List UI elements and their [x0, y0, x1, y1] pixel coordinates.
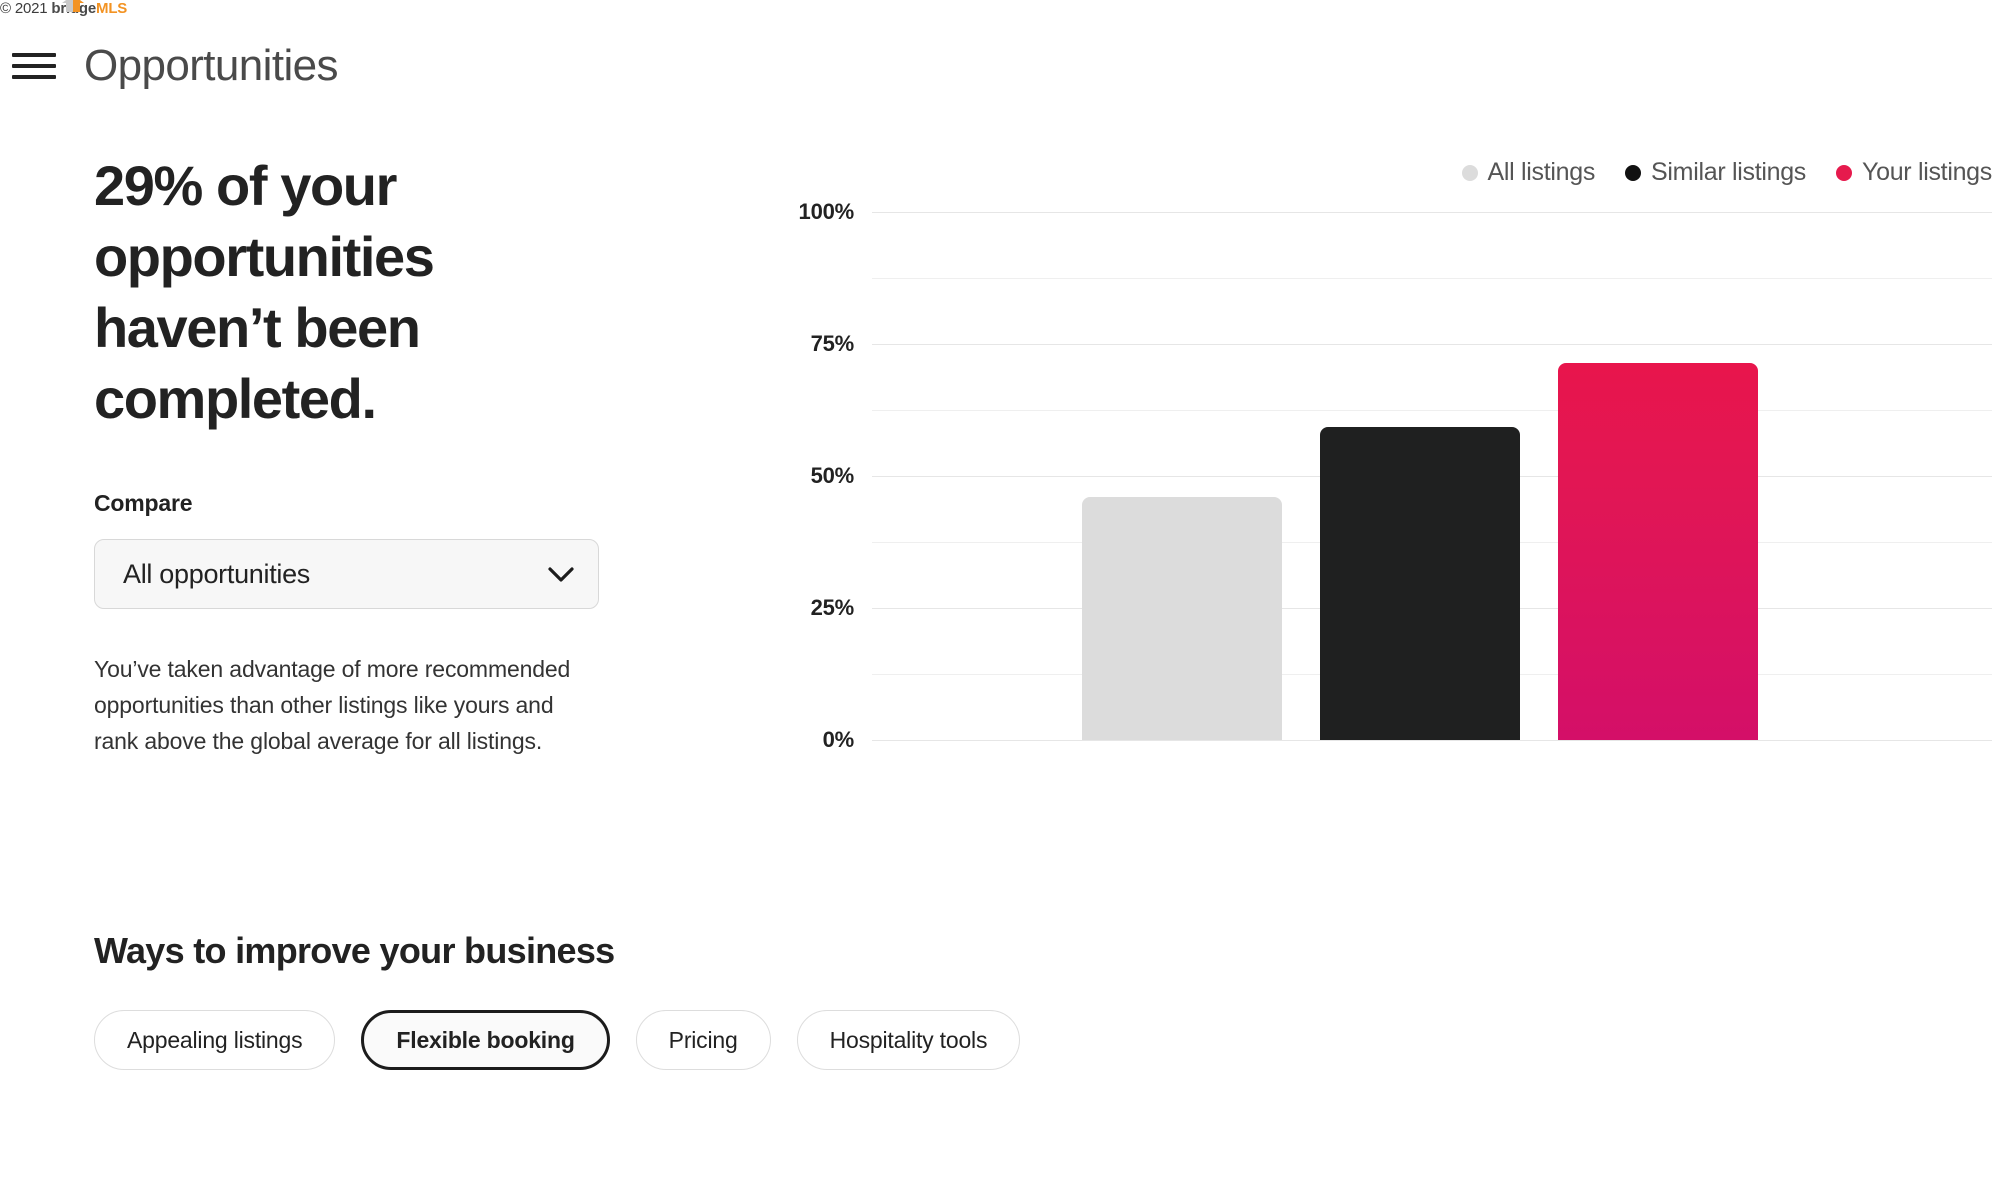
- legend-label: All listings: [1487, 158, 1596, 186]
- legend-item[interactable]: All listings: [1461, 158, 1596, 187]
- chart-plot-area: 100% 75% 50% 25% 0%: [760, 199, 1992, 752]
- watermark-brand-mls: MLS: [96, 0, 128, 17]
- bridgemls-watermark: © 2021 bridge MLS: [0, 0, 127, 17]
- chart-bars: [872, 212, 1992, 740]
- headline-text: 29% of your opportunities haven’t been c…: [94, 154, 435, 430]
- legend-item[interactable]: Similar listings: [1625, 158, 1806, 187]
- opportunities-bar-chart: All listings Similar listings Your listi…: [760, 150, 1992, 810]
- bar-your-listings[interactable]: [1558, 363, 1758, 740]
- legend-label: Your listings: [1862, 158, 1992, 186]
- section-title: Ways to improve your business: [94, 930, 615, 971]
- pill-flexible-booking[interactable]: Flexible booking: [361, 1010, 610, 1070]
- bar-similar-listings[interactable]: [1320, 427, 1520, 740]
- pill-appealing-listings[interactable]: Appealing listings: [94, 1010, 336, 1070]
- legend-color-dot: [1461, 164, 1478, 181]
- compare-label: Compare: [94, 490, 193, 516]
- y-axis-tick: 75%: [810, 331, 855, 356]
- hamburger-bar: [12, 53, 56, 57]
- house-logo-icon: [62, 0, 84, 12]
- legend-color-dot: [1836, 164, 1853, 181]
- y-axis-tick: 50%: [810, 463, 855, 488]
- bar-all-listings[interactable]: [1082, 497, 1282, 740]
- page-title: Opportunities: [84, 41, 339, 90]
- category-pill-group: Appealing listings Flexible booking Pric…: [94, 1010, 1021, 1070]
- chevron-down-icon: [548, 566, 574, 582]
- pill-pricing[interactable]: Pricing: [635, 1010, 771, 1070]
- legend-label: Similar listings: [1651, 158, 1807, 186]
- hamburger-bar: [12, 75, 56, 79]
- y-axis-tick: 25%: [810, 595, 855, 620]
- app-header: Opportunities: [0, 28, 1992, 104]
- compare-dropdown[interactable]: All opportunities: [94, 539, 599, 609]
- hamburger-bar: [12, 64, 56, 68]
- legend-color-dot: [1625, 164, 1642, 181]
- y-axis-tick: 100%: [798, 199, 855, 224]
- pill-hospitality-tools[interactable]: Hospitality tools: [796, 1010, 1021, 1070]
- hamburger-menu-icon[interactable]: [12, 49, 56, 83]
- gridline-major: [872, 740, 1992, 741]
- summary-panel: 29% of your opportunities haven’t been c…: [94, 150, 624, 759]
- improve-business-section: Ways to improve your business Appealing …: [94, 930, 1021, 1070]
- summary-body-text: You’ve taken advantage of more recommend…: [94, 656, 571, 754]
- watermark-copyright: © 2021: [0, 0, 48, 17]
- y-axis-tick: 0%: [822, 727, 855, 752]
- compare-selected-value: All opportunities: [123, 558, 311, 589]
- legend-item[interactable]: Your listings: [1836, 158, 1992, 187]
- chart-legend: All listings Similar listings Your listi…: [1461, 158, 1992, 187]
- y-axis: 100% 75% 50% 25% 0%: [760, 199, 872, 752]
